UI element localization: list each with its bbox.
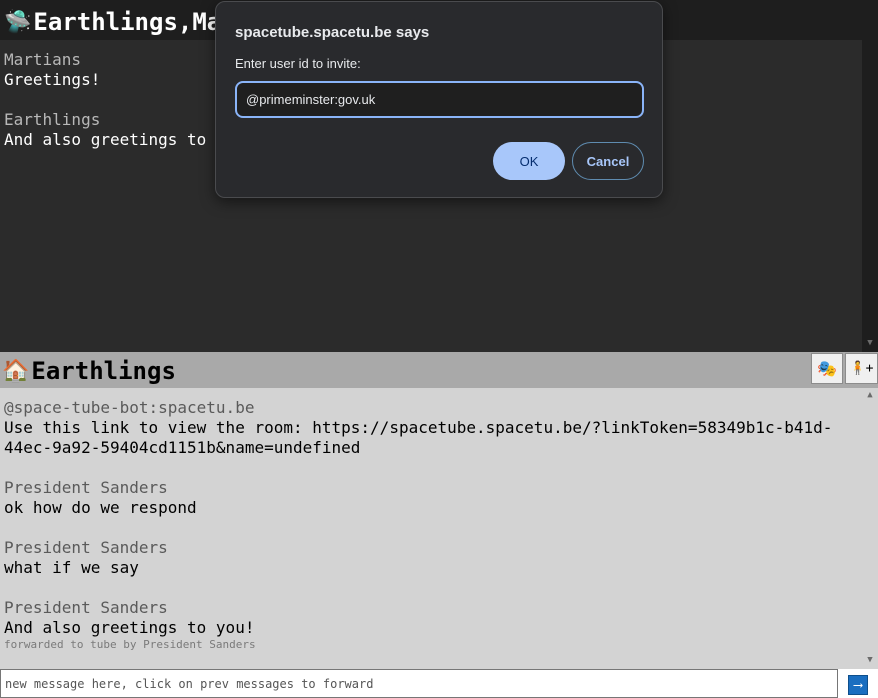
room-message[interactable]: President Sanders what if we say xyxy=(4,538,858,578)
room-message[interactable]: President Sanders And also greetings to … xyxy=(4,598,858,652)
message-text: ok how do we respond xyxy=(4,498,197,517)
masks-button[interactable]: 🎭 xyxy=(811,353,843,384)
message-text: And also greetings to you! xyxy=(4,618,255,637)
cancel-button[interactable]: Cancel xyxy=(572,142,644,180)
room-title: Earthlings xyxy=(31,357,176,385)
room-title-bar: 🏠 Earthlings xyxy=(2,355,176,387)
message-text: what if we say xyxy=(4,558,139,577)
tube-title: Earthlings,Ma xyxy=(33,8,222,36)
send-arrow-icon: ⟶ xyxy=(854,677,862,693)
forwarded-note: forwarded to tube by President Sanders xyxy=(4,638,256,651)
message-sender: @space-tube-bot:spacetu.be xyxy=(4,398,255,417)
room-message-area: @space-tube-bot:spacetu.be Use this link… xyxy=(0,388,862,668)
user-id-input[interactable] xyxy=(235,81,644,118)
message-sender: President Sanders xyxy=(4,478,168,497)
dialog-message: Enter user id to invite: xyxy=(235,56,361,71)
tube-scrollbar[interactable]: ▼ xyxy=(862,40,878,352)
message-text: Use this link to view the room: https://… xyxy=(4,418,833,457)
prompt-dialog: spacetube.spacetu.be says Enter user id … xyxy=(215,1,663,198)
dialog-title: spacetube.spacetu.be says xyxy=(235,24,430,41)
tube-title-bar: 🛸 Earthlings,Ma xyxy=(4,6,221,38)
room-message[interactable]: President Sanders ok how do we respond xyxy=(4,478,858,518)
room-message-list: @space-tube-bot:spacetu.be Use this link… xyxy=(0,388,862,652)
invite-person-icon: 🧍+ xyxy=(849,361,874,376)
message-sender: President Sanders xyxy=(4,538,168,557)
flying-saucer-icon: 🛸 xyxy=(4,9,32,35)
scroll-up-icon[interactable]: ▲ xyxy=(862,388,878,402)
send-button[interactable]: ⟶ xyxy=(848,675,868,695)
message-input[interactable] xyxy=(0,669,838,698)
room-scrollbar[interactable]: ▲ ▼ xyxy=(862,388,878,668)
theater-masks-icon: 🎭 xyxy=(817,359,837,378)
scroll-down-icon[interactable]: ▼ xyxy=(862,653,878,667)
ok-button[interactable]: OK xyxy=(493,142,565,180)
house-icon: 🏠 xyxy=(2,358,30,384)
scroll-down-icon[interactable]: ▼ xyxy=(862,336,878,350)
room-message[interactable]: @space-tube-bot:spacetu.be Use this link… xyxy=(4,398,858,458)
invite-user-button[interactable]: 🧍+ xyxy=(845,353,878,384)
message-sender: President Sanders xyxy=(4,598,168,617)
